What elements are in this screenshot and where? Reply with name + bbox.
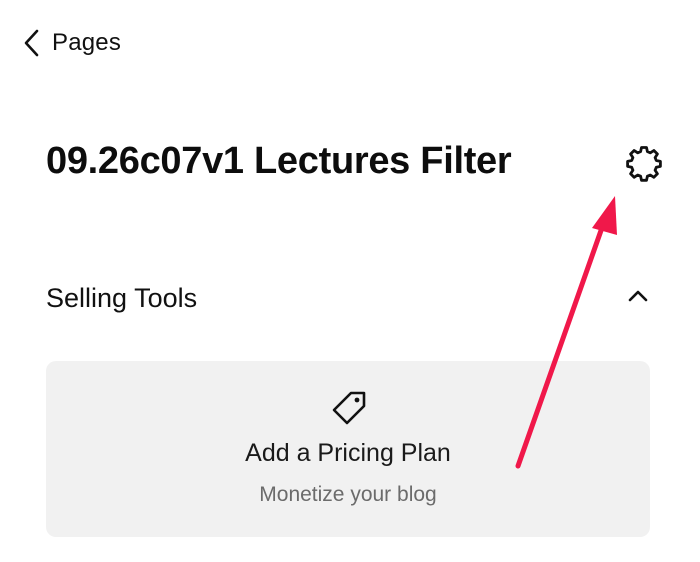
card-subtitle: Monetize your blog (259, 483, 437, 506)
section-title: Selling Tools (46, 282, 198, 313)
back-link[interactable]: Pages (22, 26, 121, 60)
card-title: Add a Pricing Plan (245, 439, 451, 467)
gear-icon (624, 142, 664, 187)
page-title: 09.26c07v1 Lectures Filter (46, 140, 512, 182)
collapse-toggle[interactable] (618, 278, 658, 318)
back-link-label: Pages (52, 29, 122, 56)
chevron-left-icon (22, 28, 42, 58)
chevron-up-icon (627, 289, 649, 308)
annotation-arrow-head (592, 196, 617, 235)
add-pricing-plan-card[interactable]: Add a Pricing Plan Monetize your blog (46, 361, 650, 537)
selling-tools-section-header[interactable]: Selling Tools (46, 276, 648, 320)
tag-icon (330, 389, 368, 427)
settings-button[interactable] (622, 142, 666, 186)
